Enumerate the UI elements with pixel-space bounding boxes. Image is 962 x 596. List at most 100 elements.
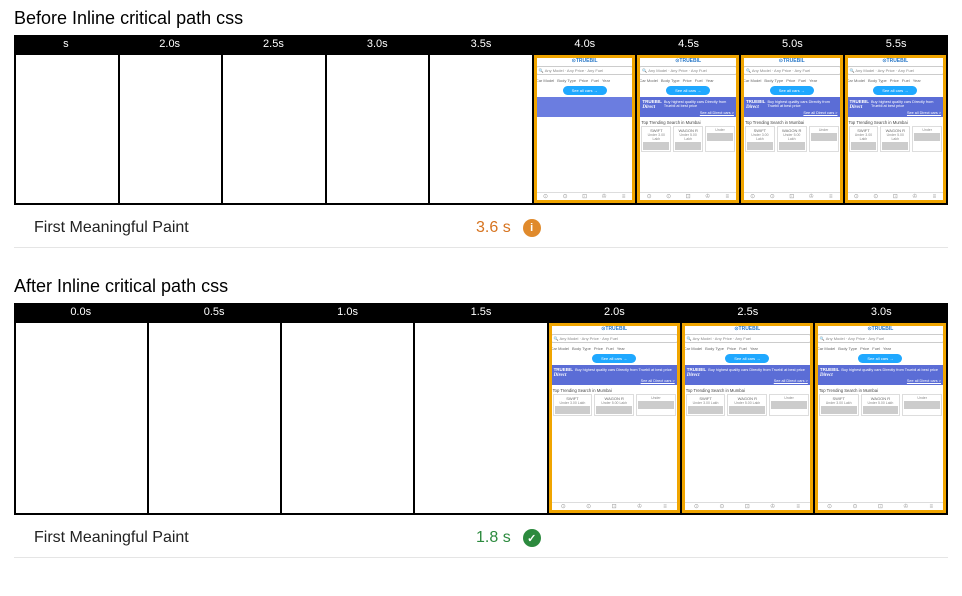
- mock-cta: See all cars →: [592, 354, 636, 363]
- mock-navbar: ⊙BROWSE⊙TEST DRIVE⊡SHORTLIST♔PREMIUM≡: [743, 192, 841, 203]
- filmstrip-frame: [415, 323, 546, 513]
- timestamp-cell: 4.5s: [637, 35, 741, 53]
- mock-navbar: ⊙BROWSE⊙TEST DRIVE⊡SHORTLIST♔PREMIUM≡: [817, 502, 944, 513]
- mock-navbar: ⊙BROWSE⊙TEST DRIVE⊡SHORTLIST♔PREMIUM≡: [639, 192, 737, 203]
- timestamp-cell: 5.5s: [844, 35, 948, 53]
- mock-trending: Top Trending Search in Mumbai: [817, 385, 944, 394]
- mock-cta: See all cars →: [563, 86, 607, 95]
- timestamp-cell: 2.5s: [681, 303, 814, 321]
- before-metric-row: First Meaningful Paint 3.6 s i: [14, 205, 948, 248]
- timestamp-cell: 3.0s: [815, 303, 948, 321]
- mock-search: 🔍 Any Model · Any Price · Any Fuel: [639, 66, 737, 75]
- filmstrip-frame: ⊙TRUEBIL 🔍 Any Model · Any Price · Any F…: [637, 55, 739, 203]
- mock-banner: TRUEBILDirect Buy highest quality cars D…: [536, 97, 634, 117]
- mock-navbar: ⊙BROWSE⊙TEST DRIVE⊡SHORTLIST♔PREMIUM≡: [847, 192, 945, 203]
- mock-tabs: Car ModelBody TypePriceFuelYear: [817, 345, 944, 352]
- mock-search: 🔍 Any Model · Any Price · Any Fuel: [847, 66, 945, 75]
- mock-search: 🔍 Any Model · Any Price · Any Fuel: [817, 334, 944, 343]
- filmstrip-frame: [430, 55, 532, 203]
- mock-trending: Top Trending Search in Mumbai: [639, 117, 737, 126]
- before-timestamps: s2.0s2.5s3.0s3.5s4.0s4.5s5.0s5.5s: [14, 35, 948, 53]
- after-section: After Inline critical path css 0.0s0.5s1…: [0, 268, 962, 558]
- mock-search: 🔍 Any Model · Any Price · Any Fuel: [684, 334, 811, 343]
- timestamp-cell: s: [14, 35, 118, 53]
- mock-cards: SWIFTUnder 3.00 LakhWAGON RUnder 5.00 La…: [551, 394, 678, 416]
- phone-mock: ⊙TRUEBIL 🔍 Any Model · Any Price · Any F…: [815, 323, 946, 513]
- phone-mock: ⊙TRUEBIL 🔍 Any Model · Any Price · Any F…: [637, 55, 739, 203]
- mock-cta: See all cars →: [666, 86, 710, 95]
- timestamp-cell: 5.0s: [740, 35, 844, 53]
- mock-logo: ⊙TRUEBIL: [847, 57, 945, 66]
- timestamp-cell: 3.5s: [429, 35, 533, 53]
- filmstrip-frame: [16, 55, 118, 203]
- mock-navbar: ⊙BROWSE⊙TEST DRIVE⊡SHORTLIST♔PREMIUM≡: [536, 192, 634, 203]
- phone-mock: ⊙TRUEBIL 🔍 Any Model · Any Price · Any F…: [549, 323, 680, 513]
- mock-logo: ⊙TRUEBIL: [743, 57, 841, 66]
- mock-cards: SWIFTUnder 3.00 LakhWAGON RUnder 5.00 La…: [743, 126, 841, 152]
- after-filmstrip: 0.0s0.5s1.0s1.5s2.0s2.5s3.0s ⊙TRUEBIL 🔍 …: [14, 303, 948, 515]
- check-icon: ✓: [523, 529, 541, 547]
- filmstrip-frame: [16, 323, 147, 513]
- filmstrip-frame: [149, 323, 280, 513]
- mock-trending: Top Trending Search in Mumbai: [847, 117, 945, 126]
- mock-banner: TRUEBILDirect Buy highest quality cars D…: [847, 97, 945, 117]
- after-frames: ⊙TRUEBIL 🔍 Any Model · Any Price · Any F…: [14, 321, 948, 515]
- after-timestamps: 0.0s0.5s1.0s1.5s2.0s2.5s3.0s: [14, 303, 948, 321]
- phone-mock: ⊙TRUEBIL 🔍 Any Model · Any Price · Any F…: [845, 55, 947, 203]
- mock-tabs: Car ModelBody TypePriceFuelYear: [536, 77, 634, 84]
- mock-cards: SWIFTUnder 3.00 LakhWAGON RUnder 5.00 La…: [817, 394, 944, 416]
- mock-trending: Top Trending Search in Mumbai: [743, 117, 841, 126]
- mock-cards: SWIFTUnder 3.00 LakhWAGON RUnder 5.00 La…: [847, 126, 945, 152]
- timestamp-cell: 0.5s: [147, 303, 280, 321]
- phone-mock: ⊙TRUEBIL 🔍 Any Model · Any Price · Any F…: [682, 323, 813, 513]
- before-filmstrip: s2.0s2.5s3.0s3.5s4.0s4.5s5.0s5.5s ⊙TRUEB…: [14, 35, 948, 205]
- phone-mock: ⊙TRUEBIL 🔍 Any Model · Any Price · Any F…: [741, 55, 843, 203]
- mock-cta: See all cars →: [858, 354, 902, 363]
- timestamp-cell: 2.0s: [548, 303, 681, 321]
- mock-search: 🔍 Any Model · Any Price · Any Fuel: [551, 334, 678, 343]
- before-section: Before Inline critical path css s2.0s2.5…: [0, 0, 962, 248]
- before-metric-value: 3.6 s: [476, 219, 511, 237]
- after-title: After Inline critical path css: [0, 268, 962, 303]
- mock-trending: Top Trending Search in Mumbai: [551, 385, 678, 394]
- timestamp-cell: 1.0s: [281, 303, 414, 321]
- filmstrip-frame: ⊙TRUEBIL 🔍 Any Model · Any Price · Any F…: [534, 55, 636, 203]
- mock-banner: TRUEBILDirect Buy highest quality cars D…: [551, 365, 678, 385]
- mock-tabs: Car ModelBody TypePriceFuelYear: [684, 345, 811, 352]
- after-metric-label: First Meaningful Paint: [34, 529, 464, 547]
- mock-tabs: Car ModelBody TypePriceFuelYear: [847, 77, 945, 84]
- filmstrip-frame: ⊙TRUEBIL 🔍 Any Model · Any Price · Any F…: [741, 55, 843, 203]
- filmstrip-frame: ⊙TRUEBIL 🔍 Any Model · Any Price · Any F…: [815, 323, 946, 513]
- mock-cards: SWIFTUnder 3.00 LakhWAGON RUnder 5.00 La…: [684, 394, 811, 416]
- filmstrip-frame: [282, 323, 413, 513]
- mock-cta: See all cars →: [770, 86, 814, 95]
- mock-logo: ⊙TRUEBIL: [536, 57, 634, 66]
- mock-search: 🔍 Any Model · Any Price · Any Fuel: [743, 66, 841, 75]
- timestamp-cell: 2.0s: [118, 35, 222, 53]
- mock-tabs: Car ModelBody TypePriceFuelYear: [639, 77, 737, 84]
- before-metric-label: First Meaningful Paint: [34, 219, 464, 237]
- filmstrip-frame: [327, 55, 429, 203]
- mock-banner: TRUEBILDirect Buy highest quality cars D…: [743, 97, 841, 117]
- filmstrip-frame: [120, 55, 222, 203]
- filmstrip-frame: ⊙TRUEBIL 🔍 Any Model · Any Price · Any F…: [845, 55, 947, 203]
- mock-logo: ⊙TRUEBIL: [684, 325, 811, 334]
- mock-tabs: Car ModelBody TypePriceFuelYear: [551, 345, 678, 352]
- mock-cards: SWIFTUnder 3.00 LakhWAGON RUnder 5.00 La…: [639, 126, 737, 152]
- mock-banner: TRUEBILDirect Buy highest quality cars D…: [639, 97, 737, 117]
- mock-logo: ⊙TRUEBIL: [551, 325, 678, 334]
- before-title: Before Inline critical path css: [0, 0, 962, 35]
- timestamp-cell: 1.5s: [414, 303, 547, 321]
- after-metric-value: 1.8 s: [476, 529, 511, 547]
- mock-search: 🔍 Any Model · Any Price · Any Fuel: [536, 66, 634, 75]
- after-metric-row: First Meaningful Paint 1.8 s ✓: [14, 515, 948, 558]
- mock-cta: See all cars →: [725, 354, 769, 363]
- timestamp-cell: 0.0s: [14, 303, 147, 321]
- mock-navbar: ⊙BROWSE⊙TEST DRIVE⊡SHORTLIST♔PREMIUM≡: [684, 502, 811, 513]
- mock-tabs: Car ModelBody TypePriceFuelYear: [743, 77, 841, 84]
- timestamp-cell: 4.0s: [533, 35, 637, 53]
- phone-mock: ⊙TRUEBIL 🔍 Any Model · Any Price · Any F…: [534, 55, 636, 203]
- mock-logo: ⊙TRUEBIL: [817, 325, 944, 334]
- filmstrip-frame: [223, 55, 325, 203]
- info-icon: i: [523, 219, 541, 237]
